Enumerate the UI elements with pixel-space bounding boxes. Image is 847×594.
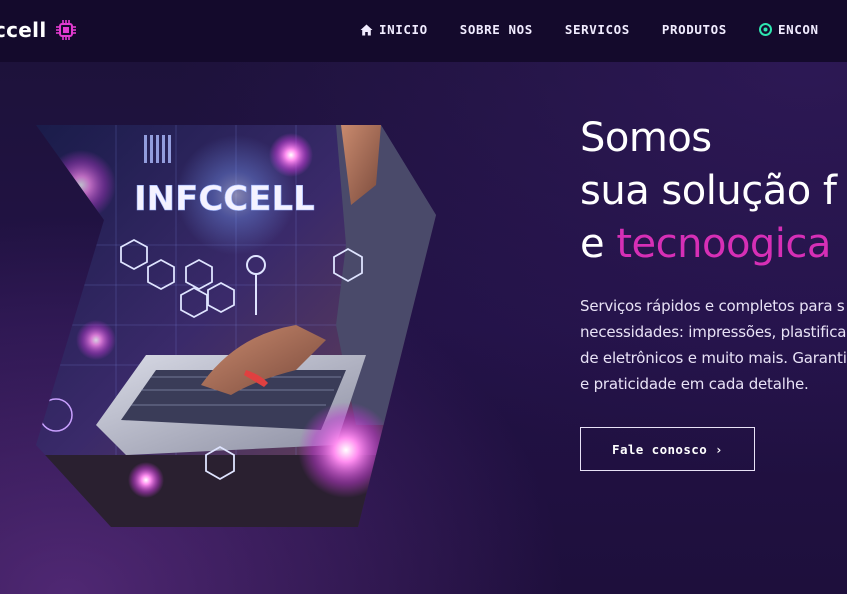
nav-item-label: ENCON [777,22,819,37]
nav-item-label: SERVICOS [564,22,630,37]
hero-image-text: INFCCELL [134,179,315,219]
location-icon [758,23,772,36]
nav-item-inicio[interactable]: INICIO [360,22,428,37]
nav-item-servicos[interactable]: SERVICOS [565,22,630,37]
home-icon [360,24,373,35]
hero-title: Somos sua solução f e tecnoogica [580,112,847,271]
hero-content: Somos sua solução f e tecnoogica Serviço… [580,112,847,512]
nav-item-produtos[interactable]: PRODUTOS [662,22,727,37]
nav-item-label: INICIO [379,22,428,37]
nav-item-encontre[interactable]: ENCON [758,22,819,37]
hero-title-line2: sua solução f [580,168,837,214]
nav-item-sobre-nos[interactable]: SOBRE NOS [460,22,533,37]
brand-name: ccell [0,18,47,42]
hero-description: Serviços rápidos e completos para s nece… [580,293,847,397]
hero-description-line: de eletrônicos e muito mais. Garantin [580,349,847,367]
navbar: ccell INICIO SOBRE NOS SERVICOS PRODU [0,0,847,62]
chip-icon [55,20,76,40]
main-nav: INICIO SOBRE NOS SERVICOS PRODUTOS ENCON [360,22,819,37]
hero-title-line1: Somos [580,115,712,161]
nav-item-label: PRODUTOS [661,22,727,37]
hero-description-line: e praticidade em cada detalhe. [580,375,809,393]
brand-logo[interactable]: ccell [0,16,77,44]
nav-item-label: SOBRE NOS [459,22,533,37]
hero-description-line: necessidades: impressões, plastifica [580,323,847,341]
contact-button[interactable]: Fale conosco › [580,427,755,471]
hero-image: INFCCELL [36,125,436,527]
hero-title-accent: tecnoogica [616,221,831,267]
hero-title-line3-prefix: e [580,221,617,267]
hero-description-line: Serviços rápidos e completos para s [580,297,845,315]
